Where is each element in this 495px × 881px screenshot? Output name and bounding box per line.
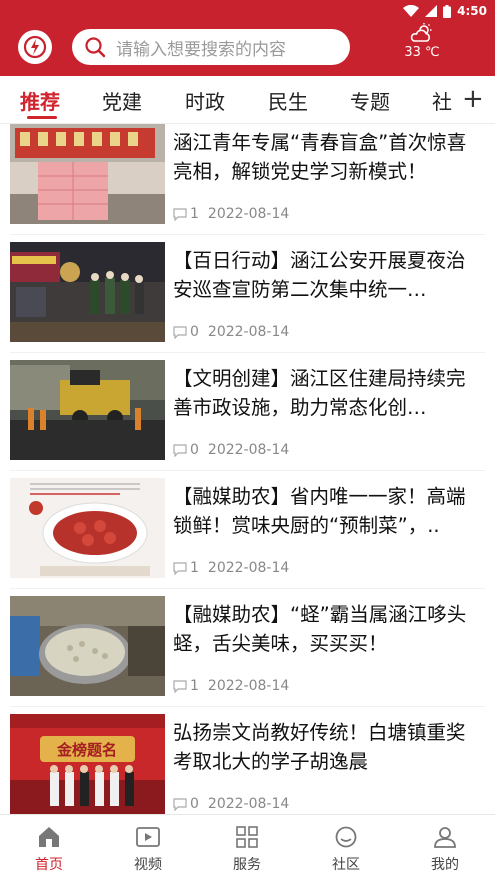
- divider: [10, 352, 485, 353]
- tab-special-topics[interactable]: 专题: [350, 86, 390, 115]
- weather-temperature: 33 ℃: [404, 45, 440, 60]
- news-thumbnail: [10, 242, 165, 342]
- news-meta: 1 2022-08-14: [173, 560, 289, 576]
- news-title[interactable]: 【融媒助农】省内唯一一家！高端锁鲜！赏味央厨的“预制菜”，..: [173, 482, 483, 540]
- news-meta: 0 2022-08-14: [173, 324, 289, 340]
- divider: [10, 234, 485, 235]
- publish-date: 2022-08-14: [207, 324, 290, 340]
- status-bar: 4:50: [403, 2, 487, 20]
- nav-home[interactable]: 首页: [19, 825, 79, 874]
- search-placeholder: 请输入想要搜索的内容: [116, 39, 286, 60]
- comment-icon: [173, 443, 187, 457]
- active-tab-indicator: [27, 116, 57, 119]
- status-time: 4:50: [457, 4, 487, 18]
- tab-society[interactable]: 社: [432, 86, 452, 115]
- divider: [10, 470, 485, 471]
- comment-count: 0: [190, 324, 199, 340]
- nav-home-label: 首页: [35, 857, 63, 873]
- weather-widget[interactable]: 33 ℃: [400, 22, 444, 60]
- publish-date: 2022-08-14: [207, 442, 290, 458]
- news-meta: 0 2022-08-14: [173, 442, 289, 458]
- news-item[interactable]: 金榜题名 弘扬崇文尚教好传统！白塘镇重奖考取北大的学子胡逸晨 0 2022-08…: [0, 714, 495, 814]
- category-tabs: 推荐 党建 时政 民生 专题 社: [0, 76, 495, 124]
- chat-icon: [335, 826, 357, 848]
- comment-icon: [173, 325, 187, 339]
- news-meta: 0 2022-08-14: [173, 796, 289, 812]
- comment-icon: [173, 207, 187, 221]
- app-header: 4:50 请输入想要搜索的内容 33 ℃: [0, 0, 495, 76]
- news-feed[interactable]: 涵江青年专属“青春盲盒”首次惊喜亮相，解锁党史学习新模式！ 1 2022-08-…: [0, 124, 495, 814]
- news-thumbnail: [10, 360, 165, 460]
- news-item[interactable]: 【文明创建】涵江区住建局持续完善市政设施，助力常态化创… 0 2022-08-1…: [0, 360, 495, 478]
- news-title[interactable]: 【文明创建】涵江区住建局持续完善市政设施，助力常态化创…: [173, 364, 483, 422]
- wifi-icon: [403, 5, 420, 17]
- news-title[interactable]: 【百日行动】涵江公安开展夏夜治安巡查宣防第二次集中统一…: [173, 246, 483, 304]
- news-thumbnail: [10, 596, 165, 696]
- home-icon: [39, 827, 59, 847]
- tab-politics[interactable]: 时政: [185, 86, 225, 115]
- nav-profile[interactable]: 我的: [415, 825, 475, 874]
- divider: [10, 706, 485, 707]
- tab-party-building[interactable]: 党建: [102, 86, 142, 115]
- nav-video-label: 视频: [134, 857, 162, 873]
- news-item[interactable]: 【融媒助农】“蛏”霸当属涵江哆头蛏，舌尖美味，买买买！ 1 2022-08-14: [0, 596, 495, 714]
- user-icon: [434, 827, 456, 848]
- news-item[interactable]: 涵江青年专属“青春盲盒”首次惊喜亮相，解锁党史学习新模式！ 1 2022-08-…: [0, 124, 495, 242]
- news-title[interactable]: 【融媒助农】“蛏”霸当属涵江哆头蛏，舌尖美味，买买买！: [173, 600, 483, 658]
- weather-cloud-sun-icon: [410, 23, 432, 42]
- comment-icon: [173, 797, 187, 811]
- comment-count: 0: [190, 796, 199, 812]
- news-thumbnail: 金榜题名: [10, 714, 165, 814]
- logo-icon: [23, 35, 47, 59]
- nav-profile-label: 我的: [431, 857, 459, 873]
- bottom-navigation: 首页 视频 服务 社区 我的: [0, 814, 495, 881]
- signal-icon: [425, 5, 438, 17]
- comment-count: 0: [190, 442, 199, 458]
- search-icon: [85, 37, 106, 58]
- comment-icon: [173, 561, 187, 575]
- nav-community[interactable]: 社区: [316, 825, 376, 874]
- comment-icon: [173, 679, 187, 693]
- comment-count: 1: [190, 678, 199, 694]
- battery-icon: [443, 4, 452, 18]
- add-channel-button[interactable]: +: [462, 86, 484, 112]
- nav-community-label: 社区: [332, 857, 360, 873]
- news-meta: 1 2022-08-14: [173, 206, 289, 222]
- news-item[interactable]: 【百日行动】涵江公安开展夏夜治安巡查宣防第二次集中统一… 0 2022-08-1…: [0, 242, 495, 360]
- publish-date: 2022-08-14: [207, 678, 290, 694]
- news-thumbnail: [10, 124, 165, 224]
- news-thumbnail: [10, 478, 165, 578]
- grid-icon: [236, 826, 258, 848]
- video-icon: [136, 827, 160, 847]
- news-title[interactable]: 弘扬崇文尚教好传统！白塘镇重奖考取北大的学子胡逸晨: [173, 718, 483, 776]
- publish-date: 2022-08-14: [207, 796, 290, 812]
- thumb-banner-text: 金榜题名: [56, 741, 117, 759]
- publish-date: 2022-08-14: [207, 560, 290, 576]
- nav-video[interactable]: 视频: [118, 825, 178, 874]
- comment-count: 1: [190, 206, 199, 222]
- nav-services[interactable]: 服务: [217, 825, 277, 874]
- news-meta: 1 2022-08-14: [173, 678, 289, 694]
- news-item[interactable]: 【融媒助农】省内唯一一家！高端锁鲜！赏味央厨的“预制菜”，.. 1 2022-0…: [0, 478, 495, 596]
- divider: [10, 588, 485, 589]
- tab-recommended[interactable]: 推荐: [20, 86, 60, 115]
- nav-services-label: 服务: [233, 857, 261, 873]
- tab-livelihood[interactable]: 民生: [268, 86, 308, 115]
- app-logo[interactable]: [18, 30, 52, 64]
- publish-date: 2022-08-14: [207, 206, 290, 222]
- news-title[interactable]: 涵江青年专属“青春盲盒”首次惊喜亮相，解锁党史学习新模式！: [173, 128, 483, 186]
- search-bar[interactable]: 请输入想要搜索的内容: [72, 29, 350, 65]
- comment-count: 1: [190, 560, 199, 576]
